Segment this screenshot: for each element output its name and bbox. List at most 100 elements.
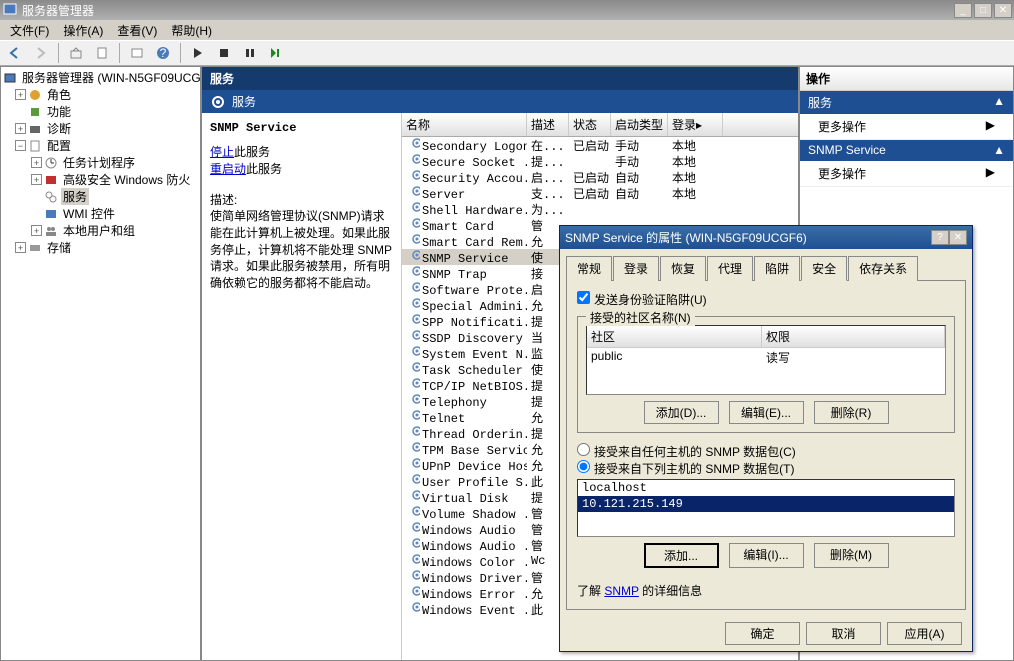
gear-icon: [406, 296, 420, 310]
minimize-button[interactable]: _: [954, 3, 972, 18]
tab-recovery[interactable]: 恢复: [660, 256, 706, 281]
tree-features[interactable]: 功能: [3, 103, 198, 120]
tab-agent[interactable]: 代理: [707, 256, 753, 281]
tree-wmi[interactable]: WMI 控件: [3, 205, 198, 222]
menu-file[interactable]: 文件(F): [4, 20, 55, 41]
properties-dialog: SNMP Service 的属性 (WIN-N5GF09UCGF6) ? ✕ 常…: [559, 225, 973, 652]
up-button[interactable]: [65, 42, 87, 64]
snmp-link[interactable]: SNMP: [604, 584, 638, 598]
expand-icon[interactable]: +: [31, 157, 42, 168]
gear-icon: [406, 280, 420, 294]
community-list[interactable]: 社区权限 public读写: [586, 325, 946, 395]
start-svc-button[interactable]: [187, 42, 209, 64]
tab-trap[interactable]: 陷阱: [754, 256, 800, 281]
restart-svc-button[interactable]: [265, 42, 287, 64]
expand-icon[interactable]: +: [15, 89, 26, 100]
service-row[interactable]: Secure Socket ...提...手动本地: [402, 153, 798, 169]
tree-config[interactable]: −配置: [3, 137, 198, 154]
more-actions-snmp[interactable]: 更多操作▶: [800, 161, 1013, 187]
stop-svc-button[interactable]: [213, 42, 235, 64]
service-row[interactable]: Secondary Logon在...已启动手动本地: [402, 137, 798, 153]
stop-link[interactable]: 停止: [210, 145, 234, 159]
dialog-close-button[interactable]: ✕: [949, 230, 967, 245]
col-perm[interactable]: 权限: [762, 326, 945, 347]
gear-icon: [406, 232, 420, 246]
gear-icon: [406, 600, 420, 614]
menu-help[interactable]: 帮助(H): [165, 20, 218, 41]
apply-button[interactable]: 应用(A): [887, 622, 962, 645]
toolbar: ?: [0, 40, 1014, 66]
delete-community-button[interactable]: 删除(R): [814, 401, 889, 424]
pause-svc-button[interactable]: [239, 42, 261, 64]
tree-root[interactable]: 服务器管理器 (WIN-N5GF09UCGF: [3, 69, 198, 86]
more-actions-services[interactable]: 更多操作▶: [800, 114, 1013, 140]
properties-button[interactable]: [91, 42, 113, 64]
cancel-button[interactable]: 取消: [806, 622, 881, 645]
host-row[interactable]: 10.121.215.149: [578, 496, 954, 512]
tab-logon[interactable]: 登录: [613, 256, 659, 281]
col-status[interactable]: 状态: [569, 113, 611, 136]
delete-host-button[interactable]: 删除(M): [814, 543, 889, 568]
back-button[interactable]: [4, 42, 26, 64]
col-logon[interactable]: 登录▸: [668, 113, 723, 136]
dialog-tabs: 常规 登录 恢复 代理 陷阱 安全 依存关系: [560, 249, 972, 280]
export-button[interactable]: [126, 42, 148, 64]
host-row[interactable]: localhost: [578, 480, 954, 496]
ok-button[interactable]: 确定: [725, 622, 800, 645]
restart-link[interactable]: 重启动: [210, 162, 246, 176]
forward-button[interactable]: [30, 42, 52, 64]
edit-host-button[interactable]: 编辑(I)...: [729, 543, 804, 568]
trap-checkbox[interactable]: [577, 291, 590, 304]
radio-any-host-input[interactable]: [577, 443, 590, 456]
tree-firewall[interactable]: +高级安全 Windows 防火: [3, 171, 198, 188]
help-button[interactable]: ?: [152, 42, 174, 64]
service-row[interactable]: Shell Hardware...为...: [402, 201, 798, 217]
service-row[interactable]: Server支...已启动自动本地: [402, 185, 798, 201]
add-host-button[interactable]: 添加...: [644, 543, 719, 568]
radio-list-host-input[interactable]: [577, 460, 590, 473]
tab-deps[interactable]: 依存关系: [848, 256, 918, 281]
edit-community-button[interactable]: 编辑(E)...: [729, 401, 804, 424]
gear-icon: [406, 392, 420, 406]
gear-icon: [406, 376, 420, 390]
maximize-button[interactable]: □: [974, 3, 992, 18]
tree-tasksched[interactable]: +任务计划程序: [3, 154, 198, 171]
tree-localusers[interactable]: +本地用户和组: [3, 222, 198, 239]
expand-icon[interactable]: +: [31, 225, 42, 236]
col-community[interactable]: 社区: [587, 326, 762, 347]
trap-checkbox-label[interactable]: 发送身份验证陷阱(U): [577, 293, 707, 307]
actions-group-snmp: SNMP Service▲: [800, 140, 1013, 161]
expand-icon[interactable]: +: [15, 242, 26, 253]
tree-storage[interactable]: +存储: [3, 239, 198, 256]
dialog-titlebar[interactable]: SNMP Service 的属性 (WIN-N5GF09UCGF6) ? ✕: [560, 226, 972, 249]
gear-icon: [406, 184, 420, 198]
close-button[interactable]: ✕: [994, 3, 1012, 18]
col-name[interactable]: 名称: [402, 113, 527, 136]
radio-any-host[interactable]: 接受来自任何主机的 SNMP 数据包(C): [577, 445, 796, 459]
gear-icon: [406, 568, 420, 582]
community-row[interactable]: public读写: [587, 348, 945, 367]
gear-icon: [406, 472, 420, 486]
expand-icon[interactable]: +: [15, 123, 26, 134]
menu-action[interactable]: 操作(A): [57, 20, 109, 41]
tree-roles[interactable]: +角色: [3, 86, 198, 103]
add-community-button[interactable]: 添加(D)...: [644, 401, 719, 424]
panel-header: 服务: [202, 67, 798, 90]
collapse-icon[interactable]: −: [15, 140, 26, 151]
col-start[interactable]: 启动类型: [611, 113, 668, 136]
tree-services[interactable]: 服务: [3, 188, 198, 205]
col-desc[interactable]: 描述: [527, 113, 569, 136]
detail-pane: SNMP Service 停止此服务 重启动此服务 描述: 使简单网络管理协议(…: [202, 113, 402, 660]
radio-list-host[interactable]: 接受来自下列主机的 SNMP 数据包(T): [577, 462, 794, 476]
tree-panel: 服务器管理器 (WIN-N5GF09UCGF +角色 功能 +诊断 −配置 +任…: [0, 66, 201, 661]
menu-view[interactable]: 查看(V): [111, 20, 163, 41]
hosts-list[interactable]: localhost 10.121.215.149: [577, 479, 955, 537]
menubar: 文件(F) 操作(A) 查看(V) 帮助(H): [0, 20, 1014, 40]
service-row[interactable]: Security Accou...启...已启动自动本地: [402, 169, 798, 185]
expand-icon[interactable]: +: [31, 174, 42, 185]
dialog-help-button[interactable]: ?: [931, 230, 949, 245]
tab-general[interactable]: 常规: [566, 256, 612, 281]
gear-icon: [406, 168, 420, 182]
tree-diag[interactable]: +诊断: [3, 120, 198, 137]
tab-security[interactable]: 安全: [801, 256, 847, 281]
